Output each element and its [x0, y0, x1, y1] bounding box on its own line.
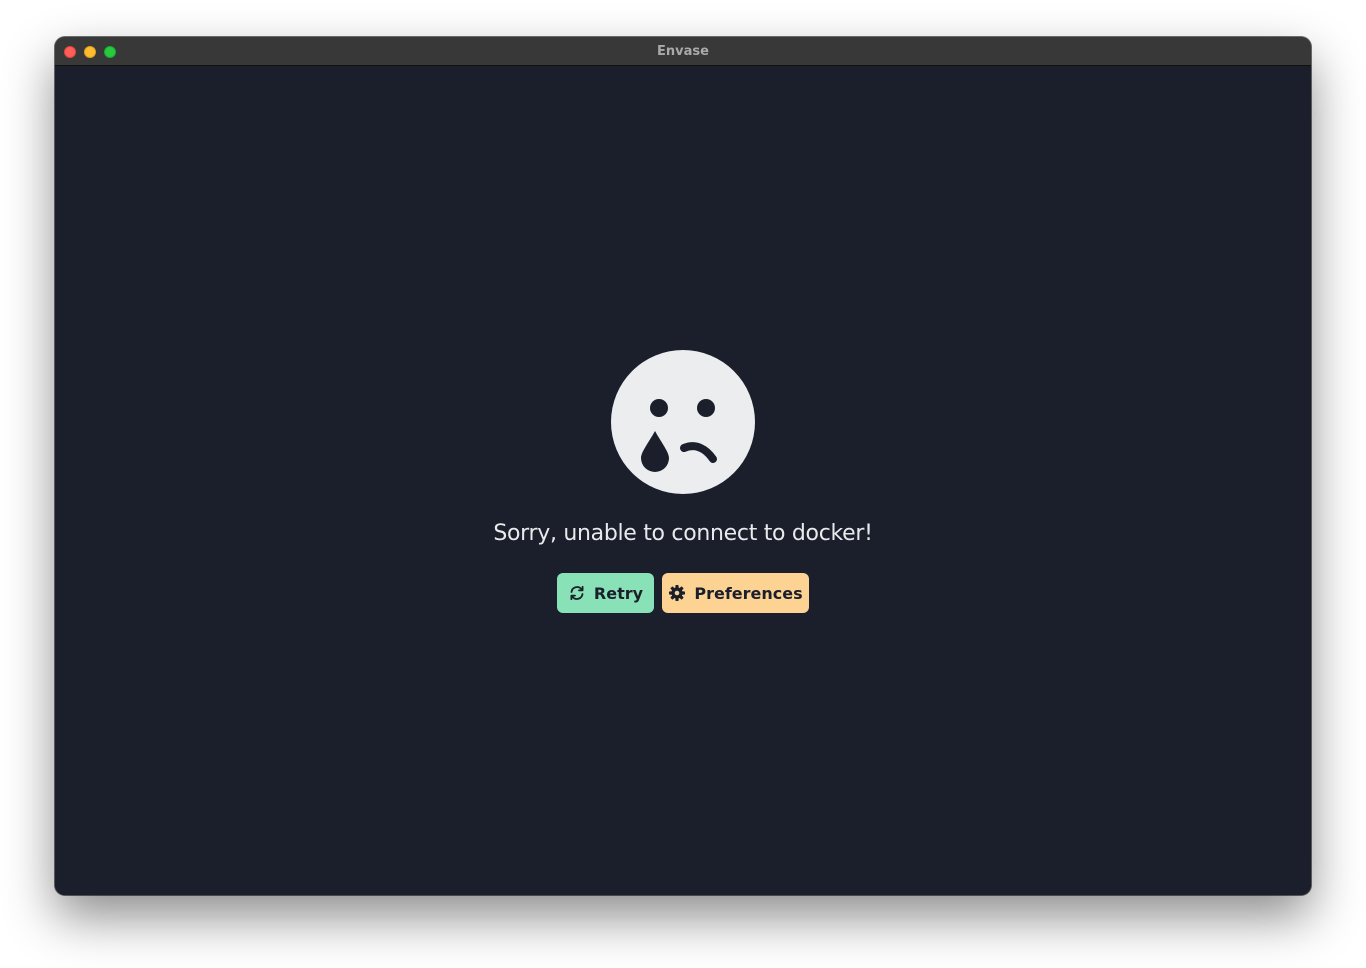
- sad-tear-face-icon: [610, 349, 756, 495]
- app-window: Envase Sorry, unable to connect to docke…: [55, 37, 1311, 895]
- retry-button[interactable]: Retry: [557, 573, 654, 613]
- window-title: Envase: [657, 44, 709, 59]
- preferences-button-label: Preferences: [694, 583, 803, 603]
- retry-button-label: Retry: [593, 583, 644, 603]
- gear-icon: [668, 584, 686, 602]
- preferences-button[interactable]: Preferences: [662, 573, 809, 613]
- title-bar: Envase: [55, 37, 1311, 66]
- refresh-icon: [568, 584, 586, 602]
- main-content: Sorry, unable to connect to docker! Retr…: [55, 66, 1311, 895]
- error-message: Sorry, unable to connect to docker!: [493, 521, 873, 546]
